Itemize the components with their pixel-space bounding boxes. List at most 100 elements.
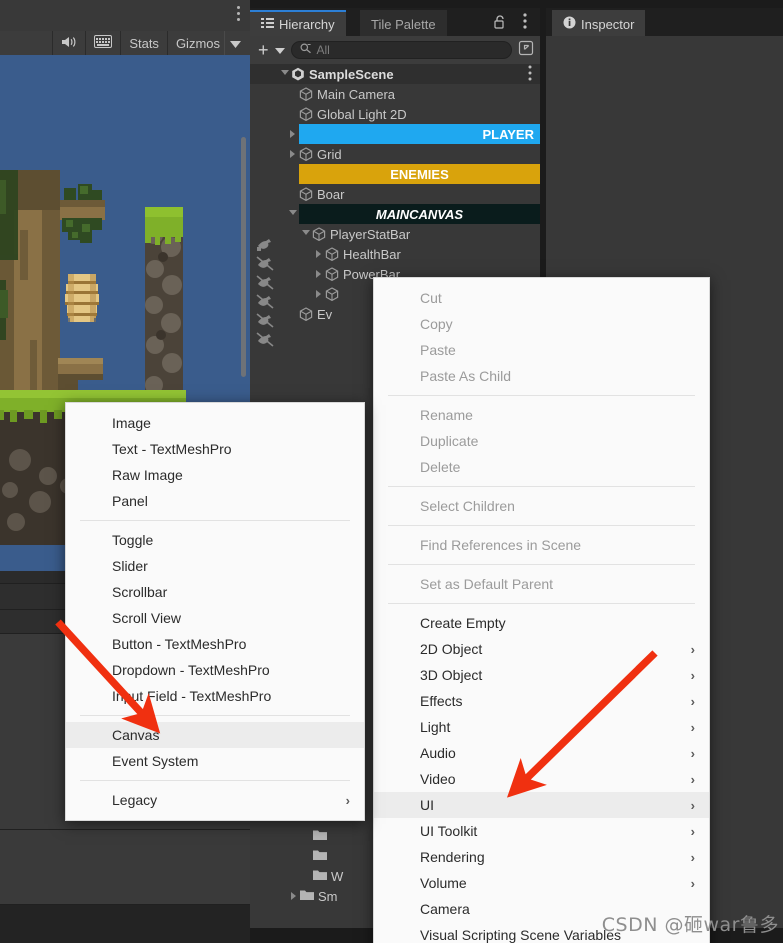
hierarchy-item-maincanvas[interactable]: MAINCANVAS — [250, 204, 540, 224]
context-menu-item-audio[interactable]: Audio › — [374, 740, 709, 766]
ui-submenu-item-text-textmeshpro[interactable]: Text - TextMeshPro — [66, 436, 364, 462]
gizmos-button[interactable]: Gizmos — [166, 31, 224, 55]
effects-toggle-button[interactable] — [85, 31, 120, 55]
hierarchy-scene-root[interactable]: SampleScene — [250, 64, 540, 84]
scene-view-scrollbar[interactable] — [241, 137, 246, 377]
ui-submenu-item-label: Dropdown - TextMeshPro — [112, 662, 270, 678]
tab-tile-palette[interactable]: Tile Palette — [360, 10, 447, 36]
csdn-watermark: CSDN @砸war鲁多 — [602, 910, 779, 937]
add-gameobject-button[interactable]: + — [256, 41, 269, 59]
ui-submenu-item-raw-image[interactable]: Raw Image — [66, 462, 364, 488]
hierarchy-item-playerstatbar[interactable]: PlayerStatBar — [250, 224, 540, 244]
ui-submenu-item-dropdown-textmeshpro[interactable]: Dropdown - TextMeshPro — [66, 657, 364, 683]
context-menu-item-ui[interactable]: UI › — [374, 792, 709, 818]
ui-submenu-item-legacy[interactable]: Legacy › — [66, 787, 364, 813]
context-menu-item-label: Audio — [420, 745, 456, 761]
hierarchy-item-enemies[interactable]: ENEMIES — [250, 164, 540, 184]
gameobject-cube-icon — [312, 227, 326, 242]
hierarchy-label-pill: MAINCANVAS — [299, 204, 540, 224]
context-menu-item-effects[interactable]: Effects › — [374, 688, 709, 714]
hierarchy-item-grid[interactable]: Grid — [250, 144, 540, 164]
ui-submenu-item-scroll-view[interactable]: Scroll View — [66, 605, 364, 631]
context-menu-item-cut: Cut — [374, 285, 709, 311]
beehive-sprite — [65, 274, 99, 322]
ui-submenu-item-image[interactable]: Image — [66, 410, 364, 436]
context-menu-item-delete: Delete — [374, 454, 709, 480]
ui-submenu-item-panel[interactable]: Panel — [66, 488, 364, 514]
console-panel-left[interactable] — [0, 829, 250, 904]
kebab-menu-icon[interactable] — [237, 6, 241, 24]
expand-search-icon[interactable] — [518, 40, 534, 61]
twisty-icon[interactable] — [299, 224, 312, 244]
scene-root-kebab-icon[interactable] — [528, 65, 532, 84]
context-menu-item-label: Delete — [420, 459, 461, 475]
chevron-right-icon: › — [690, 719, 695, 735]
context-menu-item-rendering[interactable]: Rendering › — [374, 844, 709, 870]
context-menu-item-find-references-in-scene: Find References in Scene — [374, 532, 709, 558]
twisty-icon — [300, 866, 313, 886]
hierarchy-item-player[interactable]: PLAYER — [250, 124, 540, 144]
context-menu-item-3d-object[interactable]: 3D Object › — [374, 662, 709, 688]
context-menu-item-video[interactable]: Video › — [374, 766, 709, 792]
context-menu-item-volume[interactable]: Volume › — [374, 870, 709, 896]
hierarchy-icon — [261, 17, 274, 32]
ui-submenu-item-label: Text - TextMeshPro — [112, 441, 232, 457]
twisty-icon — [286, 164, 299, 184]
twisty-icon[interactable] — [286, 124, 299, 144]
context-menu-item-label: Volume — [420, 875, 467, 891]
tab-inspector[interactable]: Inspector — [552, 10, 646, 36]
hierarchy-context-menu[interactable]: Cut Copy Paste Paste As Child Rename Duplicat… — [373, 277, 710, 943]
ui-submenu-item-label: Toggle — [112, 532, 154, 548]
context-menu-item-label: UI Toolkit — [420, 823, 478, 839]
context-menu-item-2d-object[interactable]: 2D Object › — [374, 636, 709, 662]
hierarchy-item-healthbar[interactable]: HealthBar — [250, 244, 540, 264]
ui-submenu[interactable]: Image Text - TextMeshPro Raw Image Panel Tog… — [65, 402, 365, 821]
add-dropdown-chevron-icon[interactable] — [274, 41, 285, 59]
scene-view-toolbar: Stats Gizmos — [0, 0, 250, 55]
context-menu-separator — [388, 525, 695, 526]
folder-icon — [313, 849, 327, 863]
ui-submenu-item-canvas[interactable]: Canvas — [66, 722, 364, 748]
ui-submenu-item-input-field-textmeshpro[interactable]: Input Field - TextMeshPro — [66, 683, 364, 709]
context-menu-item-light[interactable]: Light › — [374, 714, 709, 740]
ui-submenu-item-label: Scroll View — [112, 610, 181, 626]
chevron-right-icon: › — [690, 745, 695, 761]
project-folder-label: Sm — [318, 888, 338, 904]
tab-hierarchy[interactable]: Hierarchy — [250, 10, 346, 36]
ui-submenu-separator — [80, 780, 350, 781]
scene-root-twisty-icon[interactable] — [278, 64, 291, 84]
hierarchy-item-boar[interactable]: Boar — [250, 184, 540, 204]
inspector-tabstrip: Inspector — [546, 8, 783, 36]
context-menu-item-create-empty[interactable]: Create Empty — [374, 610, 709, 636]
scene-picking-off-icon-5[interactable] — [256, 332, 274, 348]
ui-submenu-item-button-textmeshpro[interactable]: Button - TextMeshPro — [66, 631, 364, 657]
chevron-down-icon — [230, 36, 241, 51]
context-menu-item-label: Paste As Child — [420, 368, 512, 384]
twisty-icon[interactable] — [312, 284, 325, 304]
hierarchy-item-global-light-2d[interactable]: Global Light 2D — [250, 104, 540, 124]
search-input[interactable]: All — [290, 41, 512, 59]
ui-submenu-item-label: Slider — [112, 558, 148, 574]
hierarchy-kebab-icon[interactable] — [523, 13, 527, 34]
twisty-icon[interactable] — [286, 204, 299, 224]
twisty-icon[interactable] — [286, 144, 299, 164]
ui-submenu-item-scrollbar[interactable]: Scrollbar — [66, 579, 364, 605]
hierarchy-label-pill: PLAYER — [299, 124, 540, 144]
gizmos-dropdown-button[interactable] — [224, 31, 250, 55]
twisty-icon[interactable] — [287, 886, 300, 906]
stats-label: Stats — [129, 35, 159, 51]
audio-toggle-button[interactable] — [52, 31, 85, 55]
leaf-cluster-sprite — [60, 184, 105, 243]
hierarchy-item-main-camera[interactable]: Main Camera — [250, 84, 540, 104]
twisty-icon[interactable] — [312, 244, 325, 264]
context-menu-item-ui-toolkit[interactable]: UI Toolkit › — [374, 818, 709, 844]
hierarchy-item-label: Ev — [317, 306, 333, 322]
ui-submenu-item-event-system[interactable]: Event System — [66, 748, 364, 774]
search-placeholder: All — [316, 43, 330, 57]
stats-button[interactable]: Stats — [120, 31, 167, 55]
ui-submenu-item-slider[interactable]: Slider — [66, 553, 364, 579]
twisty-icon[interactable] — [312, 264, 325, 284]
ui-submenu-item-toggle[interactable]: Toggle — [66, 527, 364, 553]
lock-open-icon[interactable] — [494, 15, 506, 34]
context-menu-item-label: Copy — [420, 316, 453, 332]
